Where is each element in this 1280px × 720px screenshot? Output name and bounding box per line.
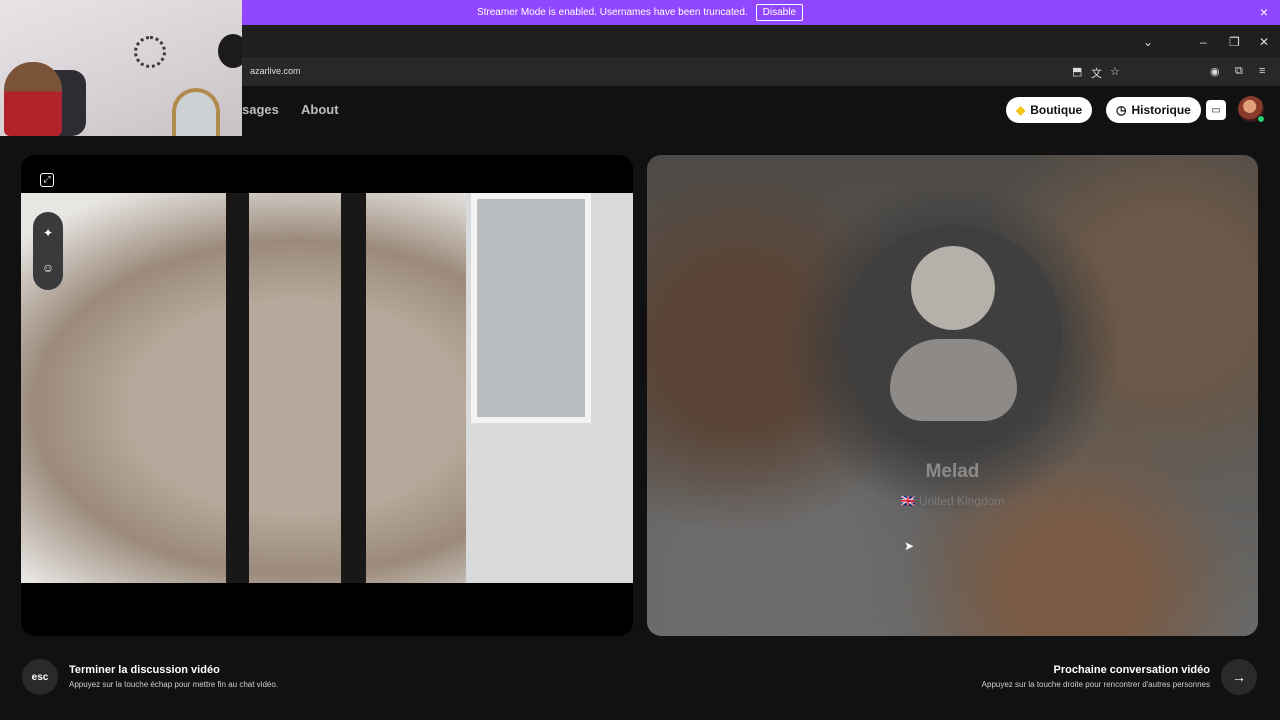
banner-message: Streamer Mode is enabled. Usernames have…	[476, 7, 748, 18]
user-placeholder-body	[890, 339, 1017, 421]
extensions-icon[interactable]: ⧉	[1235, 65, 1243, 78]
self-video-feed	[21, 193, 633, 583]
disable-streamer-mode-button[interactable]: Disable	[755, 4, 804, 21]
boutique-button[interactable]: ◆ Boutique	[1006, 97, 1093, 123]
window-close-icon[interactable]: ✕	[1259, 35, 1269, 49]
avatar[interactable]	[1238, 96, 1265, 123]
lamp-shade	[218, 34, 242, 68]
magic-wand-icon[interactable]: ✦	[40, 225, 56, 241]
wall-clock	[134, 36, 166, 68]
close-icon[interactable]: ×	[1260, 4, 1268, 20]
arrow-right-icon[interactable]: →	[1221, 659, 1257, 695]
inbox-icon[interactable]: ▭	[1206, 100, 1226, 120]
chevron-down-icon[interactable]: ⌄	[1143, 35, 1153, 49]
streamer-webcam-overlay	[0, 0, 242, 136]
wall-mirror	[172, 88, 220, 136]
next-chat-title: Prochaine conversation vidéo	[1053, 664, 1211, 676]
url-text[interactable]: azarlive.com	[250, 66, 301, 76]
boutique-label: Boutique	[1030, 103, 1083, 117]
partner-country: 🇬🇧 United Kingdom	[900, 494, 1005, 508]
next-chat-subtitle: Appuyez sur la touche droite pour rencon…	[981, 680, 1210, 689]
user-placeholder-head	[911, 246, 995, 330]
expand-icon[interactable]: ⤢	[40, 173, 54, 187]
end-chat-button[interactable]: esc	[22, 659, 58, 695]
historique-button[interactable]: ◷ Historique	[1106, 97, 1201, 123]
mouse-cursor-icon: ➤	[904, 539, 915, 553]
online-status-dot	[1257, 115, 1265, 123]
window-background	[471, 193, 591, 423]
bookmark-star-icon[interactable]: ☆	[1110, 65, 1120, 78]
streamer-person	[4, 62, 62, 136]
self-video-panel: ⤢ ✦ ☺	[21, 155, 633, 636]
nav-messages[interactable]: sages	[242, 102, 279, 117]
historique-label: Historique	[1131, 103, 1191, 117]
minimize-icon[interactable]: –	[1200, 35, 1207, 49]
restore-icon[interactable]: ❐	[1229, 35, 1240, 49]
clock-icon: ◷	[1116, 103, 1127, 117]
end-chat-title: Terminer la discussion vidéo	[69, 664, 220, 676]
face-filter-icon[interactable]: ☺	[40, 260, 56, 276]
profile-icon[interactable]: ◉	[1210, 65, 1220, 78]
video-tools	[33, 212, 63, 290]
partner-video-panel: Melad 🇬🇧 United Kingdom ➤	[647, 155, 1258, 636]
gem-icon: ◆	[1016, 103, 1026, 117]
nav-about[interactable]: About	[301, 102, 339, 117]
install-app-icon[interactable]: ⬒	[1072, 65, 1082, 78]
translate-icon[interactable]: 文	[1091, 65, 1102, 81]
menu-icon[interactable]: ≡	[1259, 65, 1265, 77]
partner-name: Melad	[925, 461, 980, 482]
end-chat-subtitle: Appuyez sur la touche échap pour mettre …	[69, 680, 279, 689]
